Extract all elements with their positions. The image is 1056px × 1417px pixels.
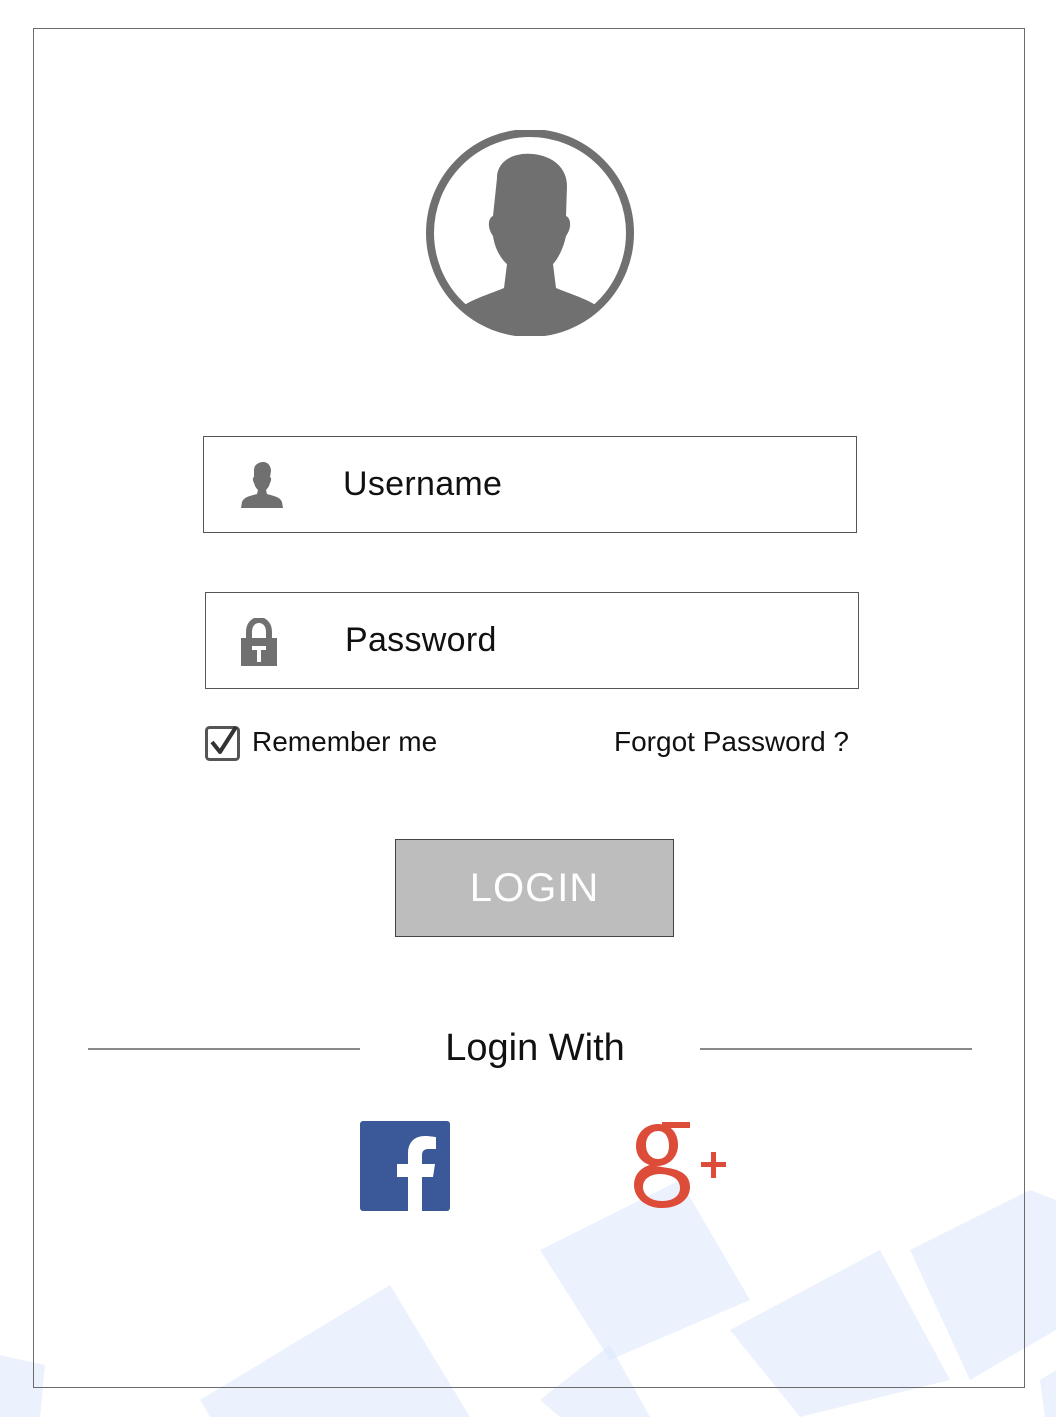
divider-right	[700, 1048, 972, 1050]
divider-left	[88, 1048, 360, 1050]
password-field[interactable]: Password	[205, 592, 859, 689]
lock-icon	[241, 618, 277, 666]
forgot-password-link[interactable]: Forgot Password ?	[614, 722, 849, 762]
remember-checkbox[interactable]	[205, 724, 241, 762]
login-button[interactable]: LOGIN	[395, 839, 674, 937]
remember-label[interactable]: Remember me	[252, 722, 437, 762]
user-icon	[241, 462, 283, 508]
google-plus-icon[interactable]	[628, 1118, 730, 1214]
avatar-icon	[426, 130, 634, 336]
username-field[interactable]: Username	[203, 436, 857, 533]
login-with-heading: Login With	[445, 1027, 625, 1069]
password-placeholder: Password	[345, 621, 497, 659]
facebook-icon[interactable]	[360, 1121, 450, 1211]
username-placeholder: Username	[343, 465, 503, 503]
